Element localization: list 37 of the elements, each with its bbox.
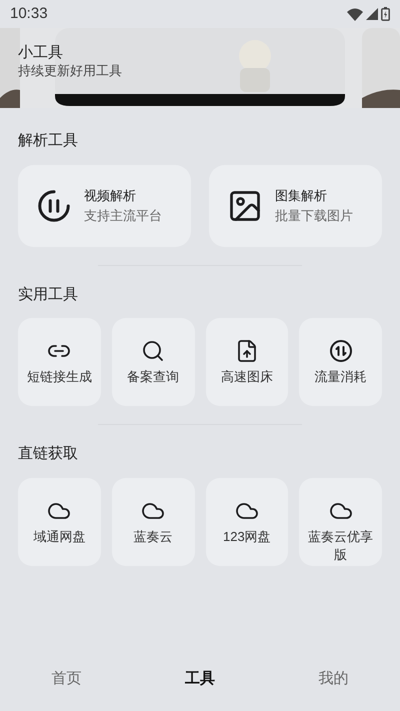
section-title: 实用工具 [18, 284, 79, 304]
tool-title: 图集解析 [275, 187, 328, 205]
tool-title: 域通网盘 [33, 528, 86, 546]
tool-title: 123网盘 [223, 528, 271, 546]
status-time: 10:33 [10, 4, 48, 24]
tool-title: 流量消耗 [314, 368, 367, 386]
section-title: 解析工具 [18, 131, 79, 151]
tool-tile[interactable]: 域通网盘 [18, 478, 101, 566]
pause-circle-icon [36, 188, 72, 224]
wifi-icon [347, 8, 363, 20]
header-title: 小工具 [18, 43, 63, 62]
tool-title: 视频解析 [84, 187, 137, 205]
tool-subtitle: 批量下载图片 [275, 206, 353, 224]
tool-title: 短链接生成 [26, 368, 92, 386]
header-subtitle: 持续更新好用工具 [18, 62, 122, 79]
tool-tile[interactable]: 备案查询 [112, 318, 194, 406]
tool-tile[interactable]: 高速图床 [206, 318, 288, 406]
nav-tab[interactable]: 我的 [318, 668, 348, 690]
nav-tab[interactable]: 首页 [52, 668, 82, 690]
up-down-arrows-icon [328, 339, 353, 363]
tool-card[interactable]: 视频解析 支持主流平台 [18, 164, 191, 246]
tool-tile[interactable]: 流量消耗 [299, 318, 382, 406]
tool-tile[interactable]: 短链接生成 [18, 318, 101, 406]
tool-title: 蓝奏云优享版 [307, 528, 374, 564]
signal-icon [366, 8, 378, 20]
nav-tab[interactable]: 工具 [184, 668, 215, 690]
search-icon [141, 339, 166, 363]
tool-tile[interactable]: 123网盘 [206, 478, 288, 566]
tool-card[interactable]: 图集解析 批量下载图片 [209, 164, 382, 246]
battery-icon [381, 7, 390, 21]
tool-title: 高速图床 [220, 368, 273, 386]
tool-title: 备案查询 [127, 368, 180, 386]
section-title: 直链获取 [18, 444, 79, 464]
tool-title: 蓝奏云 [134, 528, 173, 546]
tool-subtitle: 支持主流平台 [84, 206, 162, 224]
tool-tile[interactable]: 蓝奏云 [112, 478, 194, 566]
tool-tile[interactable]: 蓝奏云优享版 [299, 478, 382, 566]
